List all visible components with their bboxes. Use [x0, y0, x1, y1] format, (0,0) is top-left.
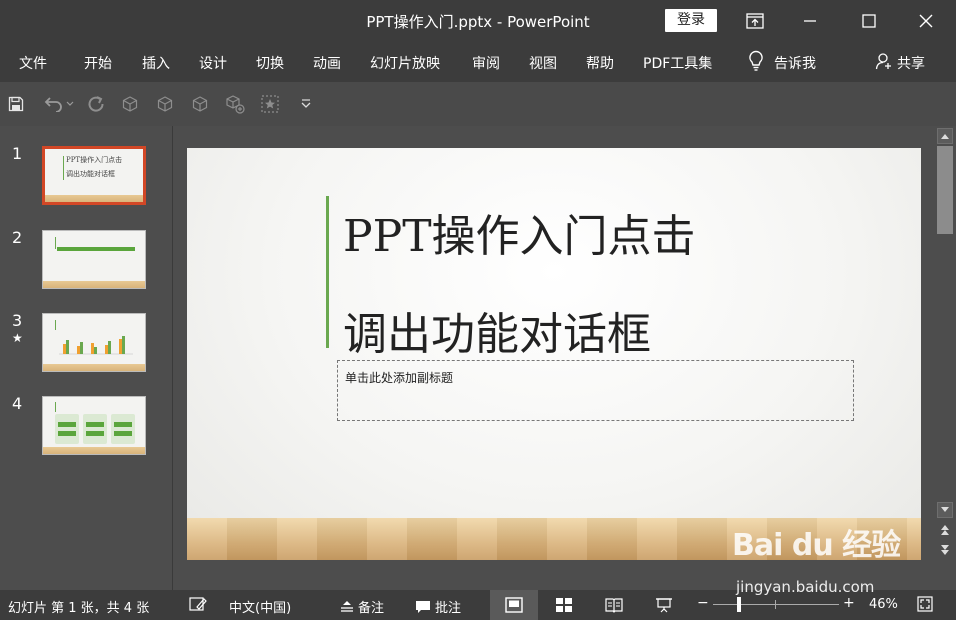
tab-help[interactable]: 帮助	[586, 53, 614, 73]
thumbnail-accent-bar	[55, 320, 56, 330]
tab-view[interactable]: 视图	[529, 53, 557, 73]
thumbnail-card	[55, 414, 79, 444]
quick-access-toolbar	[0, 82, 956, 126]
redo-icon[interactable]	[86, 94, 106, 114]
scroll-up-icon[interactable]	[937, 128, 953, 144]
spell-check-icon[interactable]	[189, 596, 207, 616]
reading-view-icon[interactable]	[590, 590, 638, 620]
cube-icon[interactable]	[155, 94, 175, 114]
comments-button[interactable]: 批注	[415, 597, 461, 616]
slide-sorter-view-icon[interactable]	[540, 590, 588, 620]
close-icon[interactable]	[912, 8, 940, 34]
previous-slide-icon[interactable]	[937, 522, 953, 538]
thumbnail-number: 3	[12, 311, 23, 330]
share-button[interactable]: 共享	[875, 52, 925, 74]
cube-add-icon[interactable]	[225, 94, 245, 114]
subtitle-placeholder[interactable]: 单击此处添加副标题	[337, 360, 854, 421]
tab-home[interactable]: 开始	[84, 53, 112, 73]
login-button[interactable]: 登录	[665, 9, 717, 32]
tab-review[interactable]: 审阅	[472, 53, 500, 73]
save-icon[interactable]	[6, 94, 26, 114]
tab-slideshow[interactable]: 幻灯片放映	[370, 53, 440, 73]
thumbnail-card	[111, 414, 135, 444]
thumbnail-number: 4	[12, 394, 23, 413]
slide-title-line-2[interactable]: 调出功能对话框	[343, 298, 651, 362]
current-slide[interactable]: PPT操作入门点击 调出功能对话框 单击此处添加副标题	[187, 148, 921, 560]
cube-icon[interactable]	[120, 94, 140, 114]
comment-icon	[416, 600, 430, 613]
zoom-slider-thumb[interactable]	[737, 597, 741, 612]
vertical-scrollbar[interactable]	[934, 126, 956, 590]
next-slide-icon[interactable]	[937, 542, 953, 558]
ribbon-display-options-icon[interactable]	[741, 8, 769, 34]
slide-thumbnail-1[interactable]: PPT操作入门点击 调出功能对话框	[42, 146, 146, 205]
fit-to-window-icon[interactable]	[917, 596, 933, 616]
customize-qat-chevron-down-icon[interactable]	[296, 94, 316, 114]
thumbnail-floor	[43, 447, 145, 454]
tab-design[interactable]: 设计	[199, 53, 227, 73]
language-indicator[interactable]: 中文(中国)	[229, 597, 291, 616]
person-icon	[875, 52, 893, 74]
tab-transitions[interactable]: 切换	[256, 53, 284, 73]
tell-me-label: 告诉我	[774, 56, 816, 72]
tab-insert[interactable]: 插入	[142, 53, 170, 73]
ribbon-tabs: 文件 开始 插入 设计 切换 动画 幻灯片放映 审阅 视图 帮助 PDF工具集 …	[0, 42, 956, 82]
thumbnail-accent-bar	[55, 402, 56, 412]
thumbnail-floor	[43, 364, 145, 371]
lightbulb-icon	[748, 50, 764, 76]
thumbnail-number: 2	[12, 228, 23, 247]
thumbnail-accent-bar	[55, 237, 56, 249]
title-accent-bar	[326, 196, 329, 348]
slide-count-info: 幻灯片 第 1 张，共 4 张	[8, 601, 150, 616]
share-label: 共享	[897, 56, 925, 72]
undo-icon[interactable]	[42, 94, 76, 114]
subtitle-placeholder-text: 单击此处添加副标题	[345, 371, 454, 385]
thumbnail-title-line: PPT操作入门点击	[66, 156, 123, 164]
tab-pdf-tools[interactable]: PDF工具集	[643, 53, 712, 73]
thumbnail-green-band	[57, 247, 135, 251]
scrollbar-thumb[interactable]	[937, 146, 953, 234]
title-bar: PPT操作入门.pptx - PowerPoint 登录	[0, 0, 956, 42]
thumbnail-accent-bar	[63, 156, 64, 180]
minimize-icon[interactable]	[796, 8, 824, 34]
animation-star-icon: ★	[12, 331, 23, 345]
thumbnail-title-line: 调出功能对话框	[66, 170, 115, 178]
slide-thumbnail-2[interactable]	[42, 230, 146, 289]
slideshow-view-icon[interactable]	[640, 590, 688, 620]
slide-floor-graphic	[187, 518, 921, 560]
scroll-down-icon[interactable]	[937, 502, 953, 518]
slide-thumbnails-pane: 1 2 3 ★ 4 PPT操作入门点击 调出功能对话框	[0, 126, 172, 590]
thumbnail-floor	[43, 281, 145, 288]
slide-title-line-1[interactable]: PPT操作入门点击	[343, 200, 696, 264]
normal-view-icon[interactable]	[490, 590, 538, 620]
slide-thumbnail-4[interactable]	[42, 396, 146, 455]
zoom-level[interactable]: 46%	[869, 597, 898, 612]
cube-icon[interactable]	[190, 94, 210, 114]
comments-label: 批注	[435, 601, 462, 616]
zoom-out-button[interactable]: −	[697, 595, 709, 611]
zoom-slider[interactable]	[713, 604, 839, 605]
tab-animations[interactable]: 动画	[313, 53, 341, 73]
thumbnail-mini-chart	[59, 336, 133, 355]
thumbnail-card	[83, 414, 107, 444]
star-frame-icon[interactable]	[260, 94, 280, 114]
thumbnail-floor	[45, 195, 143, 202]
notes-button[interactable]: 备注	[340, 597, 384, 616]
status-bar: 幻灯片 第 1 张，共 4 张 中文(中国) 备注 批注 − + 46%	[0, 590, 956, 620]
thumbnail-number: 1	[12, 144, 23, 163]
maximize-icon[interactable]	[855, 8, 883, 34]
zoom-in-button[interactable]: +	[843, 595, 855, 611]
slide-thumbnail-3[interactable]	[42, 313, 146, 372]
tab-file[interactable]: 文件	[19, 53, 47, 73]
tell-me-search[interactable]: 告诉我	[748, 50, 816, 76]
notes-icon	[341, 600, 353, 612]
notes-label: 备注	[358, 601, 385, 616]
zoom-slider-center-tick	[775, 600, 776, 609]
